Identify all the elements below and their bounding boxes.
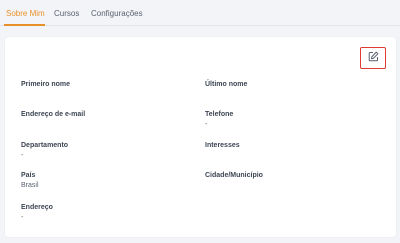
tab-courses[interactable]: Cursos bbox=[54, 9, 79, 18]
first-name-label: Primeiro nome bbox=[21, 81, 71, 88]
phone-label: Telefone bbox=[205, 111, 234, 118]
address-label: Endereço bbox=[21, 204, 53, 211]
tab-about-me[interactable]: Sobre Mim bbox=[6, 9, 45, 18]
country-label: País bbox=[21, 172, 36, 179]
interests-label: Interesses bbox=[205, 142, 240, 149]
profile-card bbox=[5, 37, 396, 237]
last-name-label: Último nome bbox=[205, 81, 248, 88]
active-tab-indicator bbox=[4, 24, 45, 26]
tab-bar: Sobre Mim Cursos Configurações bbox=[0, 0, 400, 26]
address-value: - bbox=[21, 214, 24, 221]
tab-settings[interactable]: Configurações bbox=[91, 9, 143, 18]
department-label: Departamento bbox=[21, 142, 69, 149]
email-label: Endereço de e-mail bbox=[21, 111, 86, 118]
edit-icon bbox=[368, 49, 379, 67]
phone-value: - bbox=[205, 121, 208, 128]
country-value: Brasil bbox=[21, 182, 39, 189]
department-value: - bbox=[21, 152, 24, 159]
city-label: Cidade/Município bbox=[205, 172, 263, 179]
edit-profile-button[interactable] bbox=[360, 47, 386, 69]
